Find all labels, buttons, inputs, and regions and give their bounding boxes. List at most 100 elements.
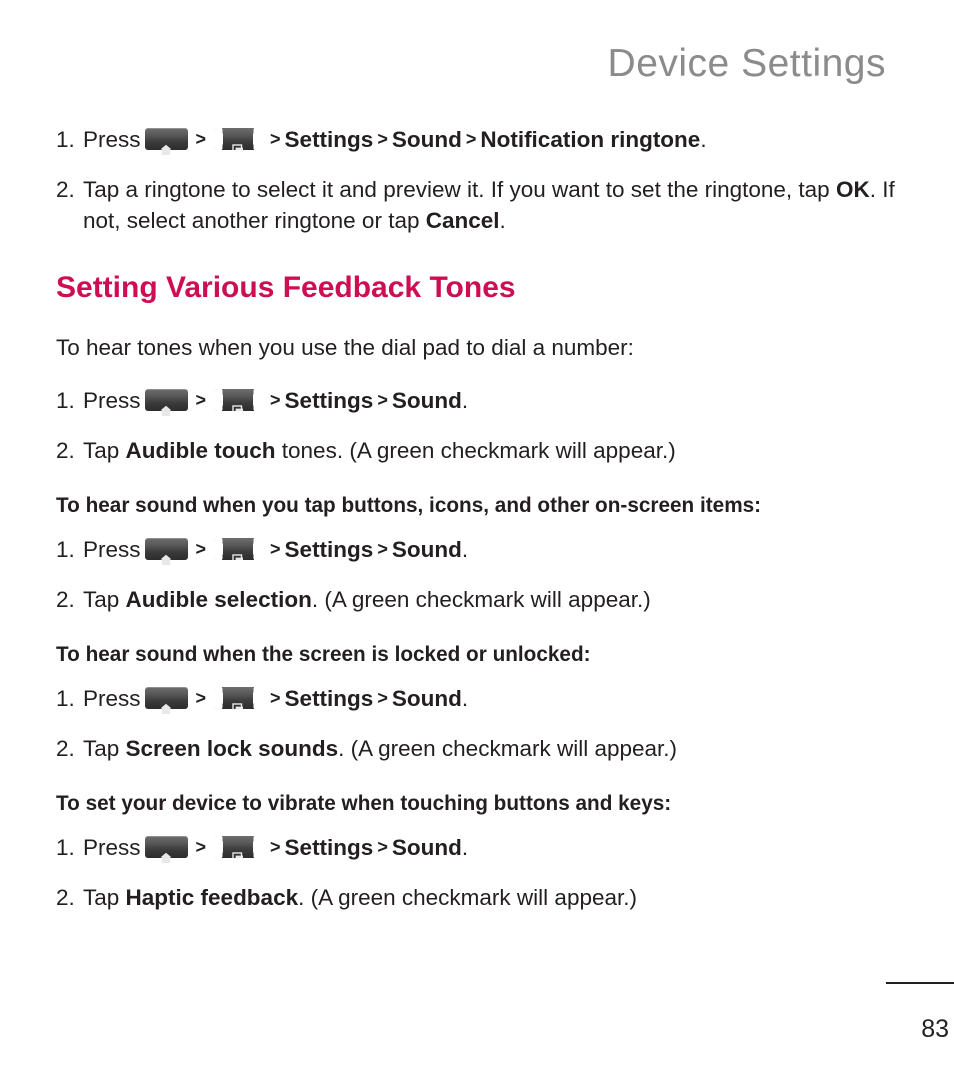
menu-page-icon [232,543,244,565]
step-text-part: . (A green checkmark will appear.) [298,885,637,910]
menu-key-icon [214,836,263,863]
separator-chevron: > [377,129,388,149]
page-title: Device Settings [607,42,886,85]
page-content: 1. Press > > Settings > Sound > Notification ri… [56,124,902,932]
step-text-part: Tap [83,587,126,612]
menu-page-icon [232,133,244,155]
step-number: 1. [56,835,75,860]
separator-chevron: > [465,129,477,149]
separator-chevron: > [377,539,388,559]
separator-chevron: > [270,129,281,149]
step-text: Press > > Settings > Sound. [83,388,469,416]
instruction-step: 1. Press > > Settings > Sound. [56,832,902,863]
home-icon [160,133,173,155]
home-icon [160,692,173,714]
step-number: 1. [56,388,75,413]
menu-page-icon [232,394,244,416]
menu-settings: Settings [284,537,374,562]
subheading: To hear sound when the screen is locked … [56,642,591,666]
step-text-part: Tap [83,885,126,910]
step-text: Press > > Settings > Sound. [83,686,469,714]
menu-key-icon [214,538,263,565]
menu-settings: Settings [284,686,374,711]
home-key-icon [144,389,188,416]
press-label: Press [83,686,141,711]
press-label: Press [83,537,141,562]
home-icon [160,394,173,416]
menu-sound: Sound [391,537,462,562]
menu-notification-ringtone: Notification ringtone [480,127,701,152]
separator-chevron: > [270,837,281,857]
step-number: 2. [56,177,75,202]
instruction-group: 1. Press > > Settings > Sound. 2. Tap Haptic … [56,832,902,913]
separator-chevron: > [377,837,388,857]
period: . [700,127,707,152]
manual-page: Device Settings 1. Press > > Settings > Sound… [0,0,954,1074]
separator-chevron: > [195,390,207,410]
period: . [461,388,469,413]
separator-chevron: > [377,390,388,410]
instruction-step: 1. Press > > Settings > Sound. [56,534,902,565]
menu-settings: Settings [284,835,374,860]
menu-page-icon [232,841,244,863]
menu-key-icon [214,389,263,416]
step-text: Press > > Settings > Sound > Notification ringt… [83,127,707,155]
step-text: Tap Audible selection. (A green checkmar… [83,587,651,612]
separator-chevron: > [270,390,281,410]
menu-settings: Settings [284,127,374,152]
instruction-group: 1. Press > > Settings > Sound. 2. Tap Audible… [56,534,902,615]
instruction-step: 1. Press > > Settings > Sound. [56,385,902,416]
separator-chevron: > [195,688,207,708]
button-cancel: Cancel [425,208,500,233]
instruction-step: 2. Tap a ringtone to select it and previ… [56,174,902,236]
separator-chevron: > [195,129,207,149]
home-key-icon [144,538,188,565]
step-number: 1. [56,686,75,711]
home-key-icon [144,128,188,155]
step-number: 2. [56,885,75,910]
step-text-part: Tap [83,736,126,761]
period: . [499,208,506,233]
step-text-part: . (A green checkmark will appear.) [311,587,651,612]
subheading: To hear sound when you tap buttons, icon… [56,493,762,517]
home-icon [160,841,173,863]
menu-key-icon [214,687,263,714]
home-key-icon [144,836,188,863]
separator-chevron: > [270,688,281,708]
home-icon [160,543,173,565]
instruction-step: 2. Tap Haptic feedback. (A green checkma… [56,882,902,913]
instruction-group: 1. Press > > Settings > Sound. 2. Tap Screen … [56,683,902,764]
step-number: 1. [56,127,75,152]
press-label: Press [83,835,141,860]
period: . [461,686,469,711]
menu-key-icon [214,128,263,155]
step-number: 2. [56,438,75,463]
instruction-step: 1. Press > > Settings > Sound > Notification ri… [56,124,902,155]
separator-chevron: > [377,688,388,708]
instruction-group: 1. Press > > Settings > Sound. 2. Tap Audible… [56,385,902,466]
page-number: 83 [921,1015,949,1043]
step-text: Press > > Settings > Sound. [83,835,468,863]
subheading: To set your device to vibrate when touch… [56,791,672,815]
button-ok: OK [835,177,870,202]
setting-name: Audible selection [125,587,312,612]
menu-sound: Sound [391,127,462,152]
setting-name: Audible touch [125,438,276,463]
step-text-part: tones. (A green checkmark will appear.) [275,438,676,463]
press-label: Press [83,388,141,413]
instruction-step: 2. Tap Audible touch tones. (A green che… [56,435,902,466]
intro-paragraph: To hear tones when you use the dial pad … [56,335,634,360]
step-number: 2. [56,736,75,761]
menu-sound: Sound [391,388,462,413]
footer-divider [886,982,954,984]
separator-chevron: > [195,837,207,857]
setting-name: Screen lock sounds [125,736,339,761]
step-text-part: . (A green checkmark will appear.) [338,736,678,761]
instruction-step: 1. Press > > Settings > Sound. [56,683,902,714]
step-text: Tap Screen lock sounds. (A green checkma… [83,736,677,761]
step-number: 1. [56,537,75,562]
step-text: Tap a ringtone to select it and preview … [83,177,895,233]
menu-sound: Sound [391,835,462,860]
step-number: 2. [56,587,75,612]
setting-name: Haptic feedback [125,885,299,910]
